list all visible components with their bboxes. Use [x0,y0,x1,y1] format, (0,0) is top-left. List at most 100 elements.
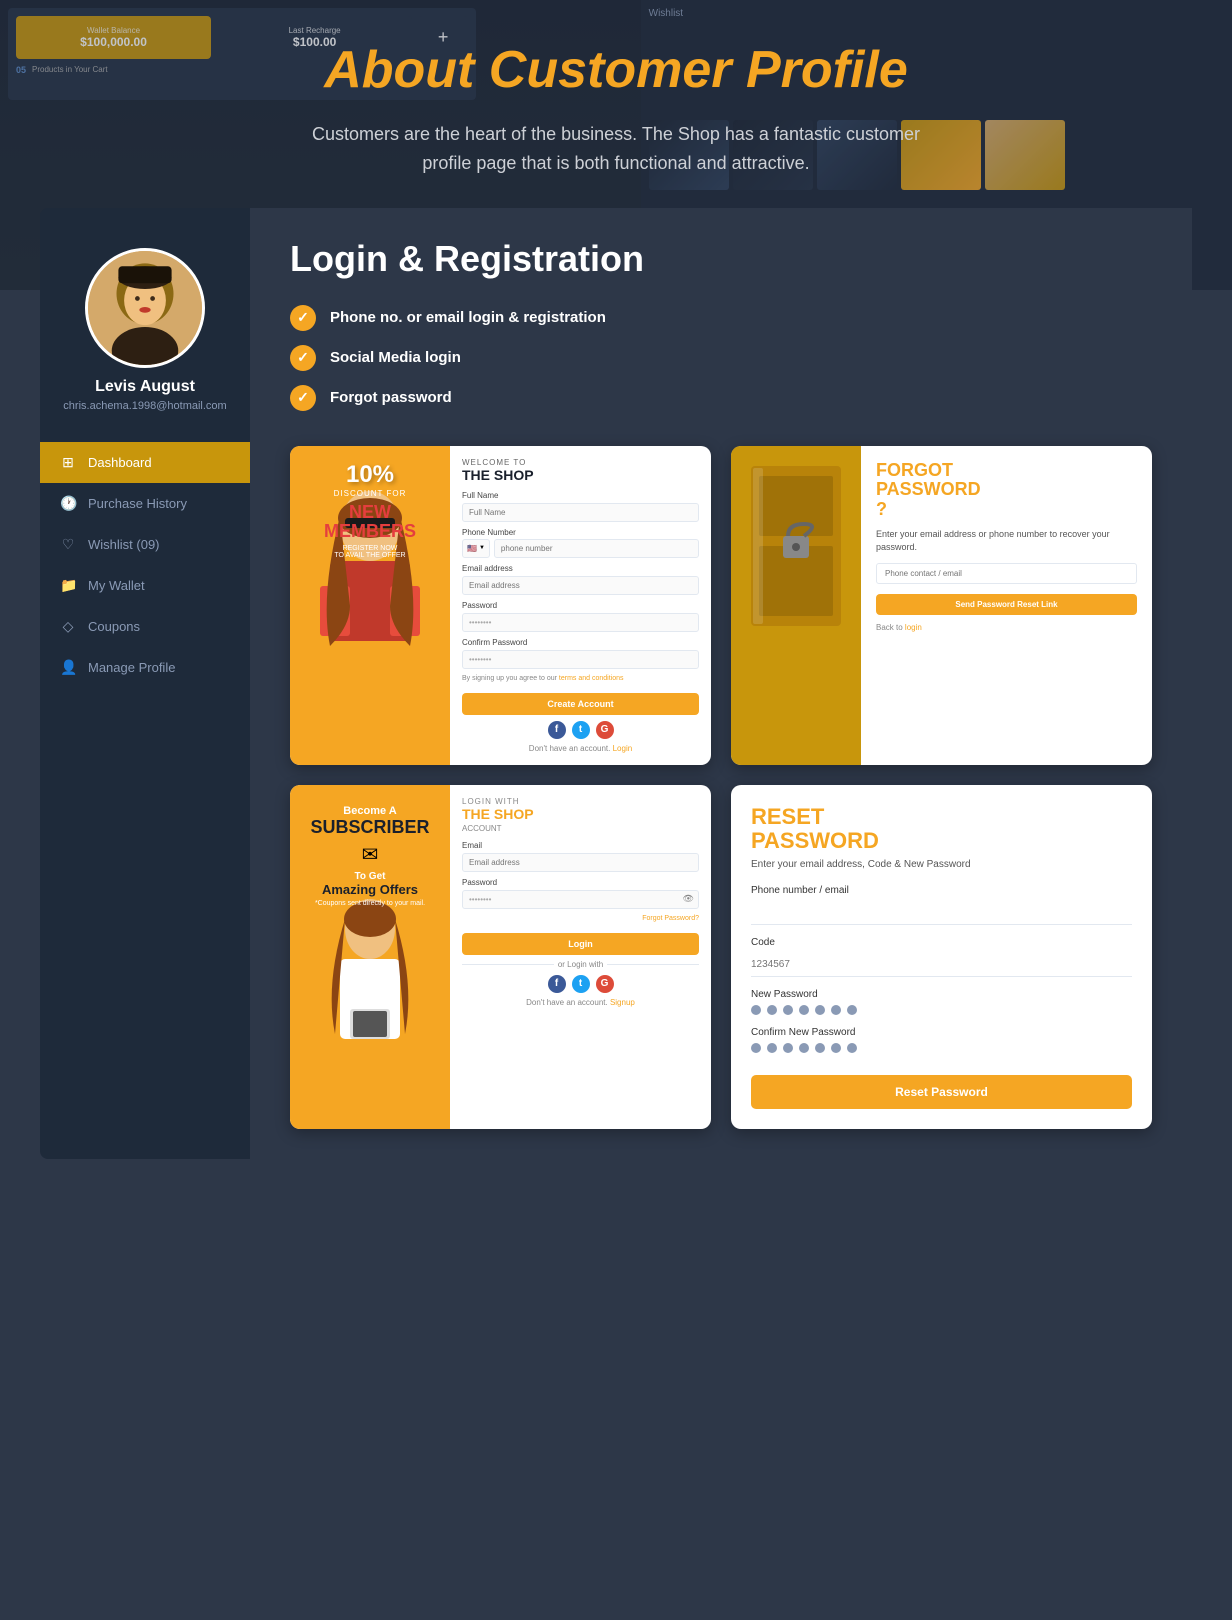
email-label: Email address [462,564,699,573]
heart-icon: ♡ [60,536,76,553]
sidebar-item-label: Manage Profile [88,660,175,675]
signup-link[interactable]: Signup [610,998,635,1007]
confirm-password-input[interactable] [462,650,699,669]
feature-item-2: ✓ Social Media login [290,345,1152,371]
login-email-input[interactable] [462,853,699,872]
confirm-new-password-label: Confirm New Password [751,1027,1132,1038]
or-text: or Login with [558,960,603,969]
new-members: NEWMEMBERS [290,503,450,543]
flag-icon: 🇺🇸 [467,544,477,553]
login-button[interactable]: Login [462,933,699,955]
forgot-email-input[interactable] [876,563,1137,584]
amazing-offers-label: Amazing Offers [298,882,442,897]
login-password-input[interactable] [462,890,699,909]
dot-1 [751,1005,761,1015]
sidebar-item-wallet[interactable]: 📁 My Wallet [40,565,250,606]
login-card-left: Become A SUBSCRIBER ✉ To Get Amazing Off… [290,785,450,1129]
confirm-label: Confirm Password [462,638,699,647]
reset-password-button[interactable]: Reset Password [751,1075,1132,1109]
page-wrapper: Wallet Balance $100,000.00 Last Recharge… [0,0,1232,1620]
discount-amount: 10% [290,461,450,489]
reset-phone-input[interactable] [751,901,1132,925]
reset-description: Enter your email address, Code & New Pas… [751,859,1132,870]
reset-title: RESETPASSWORD [751,805,1132,853]
phone-email-label: Phone number / email [751,885,1132,896]
welcome-label: WELCOME TO [462,458,699,467]
cards-grid: 10% DISCOUNT FOR NEWMEMBERS REGISTER NOW… [290,446,1152,1129]
sidebar-avatar-area: Levis August chris.achema.1998@hotmail.c… [40,228,250,427]
cdot-2 [767,1043,777,1053]
login-link[interactable]: Login [613,744,633,753]
login-password-label: Password [462,878,699,887]
cdot-7 [847,1043,857,1053]
google-icon[interactable]: G [596,721,614,739]
login-shop-title: THE SHOP [462,806,699,822]
facebook-login-icon[interactable]: f [548,975,566,993]
sidebar-item-label: Dashboard [88,455,152,470]
create-account-button[interactable]: Create Account [462,693,699,715]
send-reset-link-button[interactable]: Send Password Reset Link [876,594,1137,615]
register-now: REGISTER NOWTO AVAIL THE OFFER [290,545,450,559]
feature-item-1: ✓ Phone no. or email login & registratio… [290,305,1152,331]
dot-2 [767,1005,777,1015]
new-password-dots [751,1005,1132,1015]
back-login-text: Back to login [876,623,1137,632]
phone-input[interactable] [494,539,699,558]
email-field: Email address [462,564,699,595]
person-icon: 👤 [60,659,76,676]
subscriber-label: SUBSCRIBER [298,817,442,838]
sidebar-item-manage-profile[interactable]: 👤 Manage Profile [40,647,250,688]
email-input[interactable] [462,576,699,595]
about-title: About Customer Profile [20,40,1212,100]
content-overlay: About Customer Profile Customers are the… [0,0,1232,1159]
to-get-label: To Get [298,871,442,882]
eye-icon[interactable]: 👁 [683,893,694,904]
forgot-password-link[interactable]: Forgot Password? [462,915,699,922]
feature-item-3: ✓ Forgot password [290,385,1152,411]
confirm-password-field: Confirm Password [462,638,699,669]
feature-text-1: Phone no. or email login & registration [330,309,606,326]
sidebar-item-purchase-history[interactable]: 🕐 Purchase History [40,483,250,524]
sidebar-item-dashboard[interactable]: ⊞ Dashboard [40,442,250,483]
facebook-icon[interactable]: f [548,721,566,739]
sidebar-item-wishlist[interactable]: ♡ Wishlist (09) [40,524,250,565]
dot-4 [799,1005,809,1015]
cdot-6 [831,1043,841,1053]
forgot-description: Enter your email address or phone number… [876,528,1137,553]
country-select[interactable]: 🇺🇸 ▼ [462,539,490,558]
password-input[interactable] [462,613,699,632]
login-link[interactable]: login [905,623,922,632]
phone-row: 🇺🇸 ▼ [462,539,699,558]
google-login-icon[interactable]: G [596,975,614,993]
shop-title: THE SHOP [462,467,699,483]
code-input[interactable] [751,953,1132,977]
reset-password-card: RESETPASSWORD Enter your email address, … [731,785,1152,1129]
terms-link[interactable]: terms and conditions [559,675,624,682]
right-content: Login & Registration ✓ Phone no. or emai… [250,208,1192,1159]
login-reg-heading: Login & Registration [290,238,1152,280]
dropdown-arrow: ▼ [479,545,485,551]
login-email-field: Email [462,841,699,872]
subscriber-text: Become A SUBSCRIBER ✉ To Get Amazing Off… [290,805,450,907]
login-with-label: LOGIN WITH [462,797,699,806]
dot-6 [831,1005,841,1015]
login-password-field: Password 👁 [462,878,699,909]
check-icon-3: ✓ [290,385,316,411]
registration-card: 10% DISCOUNT FOR NEWMEMBERS REGISTER NOW… [290,446,711,765]
login-card: Become A SUBSCRIBER ✉ To Get Amazing Off… [290,785,711,1129]
discount-label: DISCOUNT FOR [290,489,450,498]
sidebar-item-label: Coupons [88,619,140,634]
password-label: Password [462,601,699,610]
sidebar: Levis August chris.achema.1998@hotmail.c… [40,208,250,1159]
twitter-login-icon[interactable]: t [572,975,590,993]
full-name-input[interactable] [462,503,699,522]
twitter-icon[interactable]: t [572,721,590,739]
password-field: Password [462,601,699,632]
sidebar-item-label: My Wallet [88,578,145,593]
cdot-3 [783,1043,793,1053]
cdot-5 [815,1043,825,1053]
sidebar-item-coupons[interactable]: ◇ Coupons [40,606,250,647]
about-description: Customers are the heart of the business.… [291,120,941,178]
avatar [85,248,205,368]
check-icon-1: ✓ [290,305,316,331]
